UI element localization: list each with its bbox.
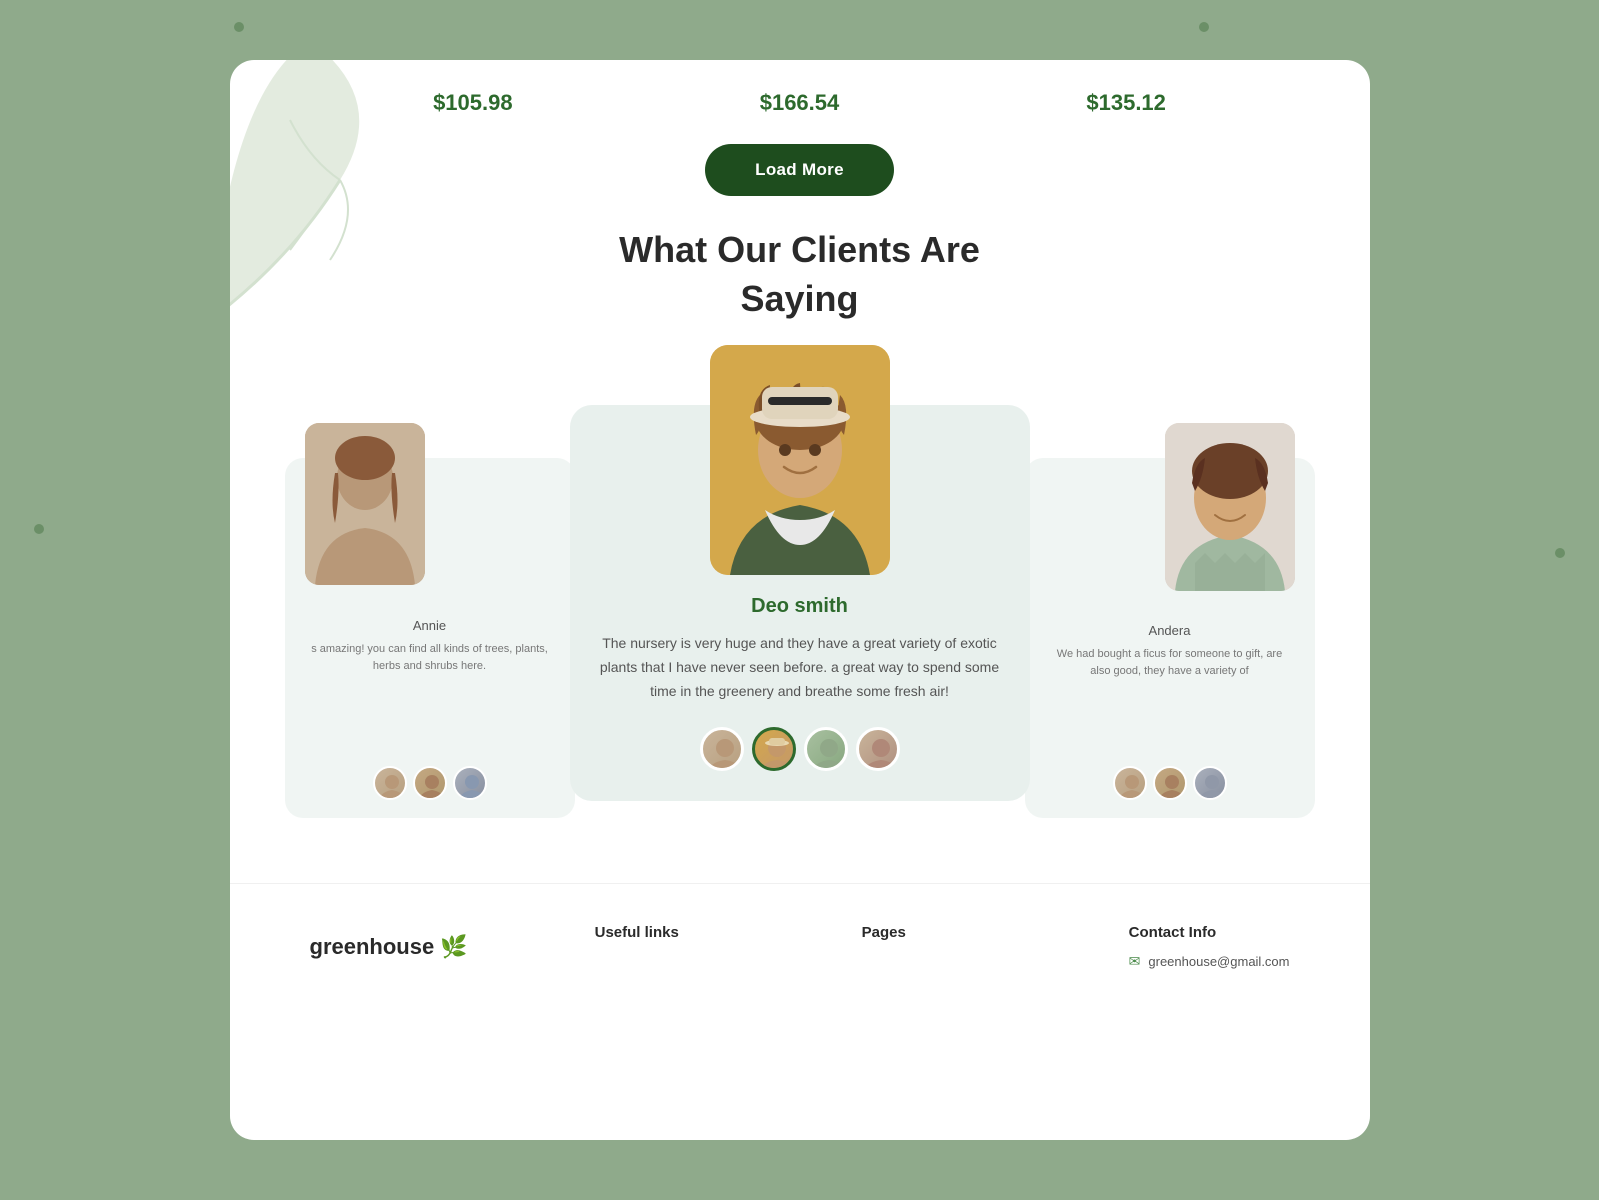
left-mini-avatar-1[interactable] (373, 766, 407, 800)
testimonials-wrapper: Annie s amazing! you can find all kinds … (230, 363, 1370, 843)
bg-dot-top-left (234, 22, 244, 32)
footer-leaf-icon: 🌿 (440, 934, 467, 960)
left-avatar-row (373, 766, 487, 800)
footer-logo-text: greenhouse (310, 934, 435, 960)
right-testimonial-card: Andera We had bought a ficus for someone… (1025, 458, 1315, 818)
footer-useful-links-heading: Useful links (595, 924, 735, 941)
left-reviewer-name: Annie (305, 618, 555, 633)
left-mini-avatar-2[interactable] (413, 766, 447, 800)
center-review-text: The nursery is very huge and they have a… (600, 632, 1000, 703)
right-reviewer-avatar-large (1165, 423, 1295, 591)
right-mini-avatar-3[interactable] (1193, 766, 1227, 800)
right-reviewer-name: Andera (1045, 623, 1295, 638)
main-card: $105.98 $166.54 $135.12 Load More What O… (230, 60, 1370, 1140)
center-reviewer-name: Deo smith (751, 595, 848, 618)
load-more-button[interactable]: Load More (705, 144, 894, 196)
center-mini-avatar-2[interactable] (752, 727, 796, 771)
footer-contact-heading: Contact Info (1129, 924, 1290, 941)
price-1: $105.98 (433, 90, 513, 116)
footer-contact: Contact Info ✉ greenhouse@gmail.com (1129, 924, 1290, 970)
left-review-text: s amazing! you can find all kinds of tre… (305, 641, 555, 674)
left-mini-avatar-3[interactable] (453, 766, 487, 800)
bg-dot-mid-left (34, 524, 44, 534)
email-icon: ✉ (1129, 953, 1141, 970)
footer-pages: Pages (862, 924, 1002, 970)
right-review-text: We had bought a ficus for someone to gif… (1045, 646, 1295, 679)
footer-email: greenhouse@gmail.com (1148, 954, 1289, 969)
footer-logo: greenhouse 🌿 (310, 924, 468, 970)
center-mini-avatar-1[interactable] (700, 727, 744, 771)
right-mini-avatar-2[interactable] (1153, 766, 1187, 800)
testimonials-section-title: What Our Clients Are Saying (230, 226, 1370, 323)
right-avatar-row (1113, 766, 1227, 800)
center-testimonial-card: Deo smith The nursery is very huge and t… (570, 405, 1030, 801)
center-mini-avatar-4[interactable] (856, 727, 900, 771)
left-reviewer-avatar-large (305, 423, 425, 585)
center-reviewer-avatar (710, 345, 890, 575)
footer-pages-heading: Pages (862, 924, 1002, 941)
center-mini-avatar-3[interactable] (804, 727, 848, 771)
bg-dot-mid-right (1555, 548, 1565, 558)
left-testimonial-card: Annie s amazing! you can find all kinds … (285, 458, 575, 818)
price-3: $135.12 (1086, 90, 1166, 116)
load-more-container: Load More (230, 144, 1370, 196)
price-row: $105.98 $166.54 $135.12 (230, 60, 1370, 126)
footer-email-row: ✉ greenhouse@gmail.com (1129, 953, 1290, 970)
right-mini-avatar-1[interactable] (1113, 766, 1147, 800)
footer: greenhouse 🌿 Useful links Pages Contact … (230, 883, 1370, 980)
bg-dot-top-right (1199, 22, 1209, 32)
center-avatar-row (700, 727, 900, 771)
price-2: $166.54 (760, 90, 840, 116)
footer-useful-links: Useful links (595, 924, 735, 970)
